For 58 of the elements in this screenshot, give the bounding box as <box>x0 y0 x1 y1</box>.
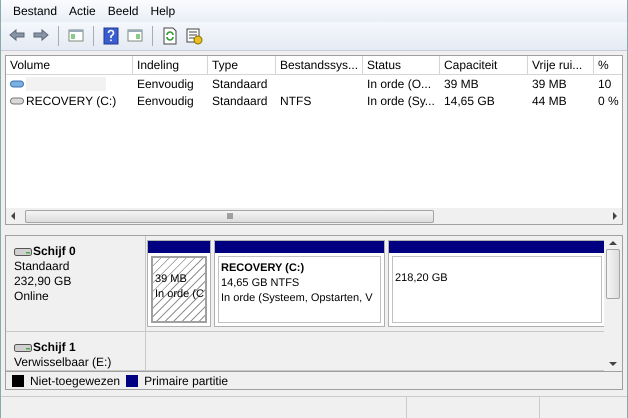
volume-name: RECOVERY (C:) <box>26 92 116 110</box>
scroll-right-icon[interactable] <box>611 212 619 220</box>
disk-info: Verwisselbaar (E:) <box>14 355 112 370</box>
refresh-document-icon <box>161 27 179 46</box>
partition-info: In orde (C <box>155 287 203 302</box>
table-cell-text: 39 MB <box>443 76 480 92</box>
table-cell-text: 0 % <box>597 92 620 110</box>
table-cell-text: NTFS <box>279 92 312 110</box>
table-cell-text: 10 <box>597 76 612 92</box>
table-cell-text: Standaard <box>211 76 268 92</box>
help-icon <box>102 27 120 46</box>
scroll-down-icon[interactable] <box>609 360 617 368</box>
partition-info: 218,20 GB <box>395 271 449 286</box>
horizontal-scrollbar[interactable] <box>6 208 622 224</box>
partition-info: In orde (Systeem, Opstarten, V <box>221 291 374 306</box>
menu-item[interactable]: Beeld <box>102 2 144 20</box>
column-header[interactable]: % <box>594 56 622 74</box>
drive-icon <box>10 78 24 89</box>
scroll-left-icon[interactable] <box>9 212 17 220</box>
scroll-up-icon[interactable] <box>609 239 617 248</box>
partition-info: 39 MB <box>155 272 188 288</box>
disk-info: Standaard <box>14 259 70 274</box>
table-cell-text: 39 MB <box>531 76 568 92</box>
table-cell-text: Eenvoudig <box>136 92 195 110</box>
properties-button[interactable] <box>184 26 204 46</box>
disk-name: Schijf 0 <box>33 244 76 260</box>
disk-drive-icon <box>14 246 32 257</box>
drive-icon <box>10 96 24 106</box>
column-header[interactable]: Indeling <box>133 56 208 74</box>
properties-icon <box>185 27 203 46</box>
partition-block[interactable]: 39 MB In orde (C <box>147 240 211 328</box>
legend-label: Primaire partitie <box>144 372 228 390</box>
partition-block[interactable]: RECOVERY (C:) 14,65 GB NTFS In orde (Systeem, Opstarten, V <box>214 240 385 328</box>
table-cell-text: Eenvoudig <box>136 76 195 92</box>
table-cell-text: 14,65 GB <box>443 92 496 110</box>
partition-block[interactable]: 218,20 GB <box>388 240 604 328</box>
disk-name: Schijf 1 <box>33 340 76 356</box>
table-cell-text: Standaard <box>211 92 268 110</box>
menu-item[interactable]: Bestand <box>7 2 64 20</box>
table-cell-text: In orde (O... <box>366 76 432 92</box>
table-cell-text: 44 MB <box>531 92 568 110</box>
column-header[interactable]: Volume <box>6 56 133 74</box>
menu-item[interactable]: Help <box>144 2 182 20</box>
table-cell-text: In orde (Sy... <box>366 92 436 110</box>
column-header[interactable]: Type <box>208 56 276 74</box>
column-header[interactable]: Vrije rui... <box>528 56 594 74</box>
disk-info: Online <box>14 289 50 304</box>
column-header[interactable]: Bestandssys... <box>276 56 363 74</box>
partition-info: 14,65 GB NTFS <box>221 276 300 292</box>
partition-title: RECOVERY (C:) <box>221 261 306 276</box>
legend-label: Niet-toegewezen <box>30 372 120 390</box>
column-header[interactable]: Status <box>363 56 440 74</box>
column-header[interactable]: Capaciteit <box>440 56 528 74</box>
disk-info: 232,90 GB <box>14 274 72 290</box>
help-button[interactable] <box>101 26 121 46</box>
menu-item[interactable]: Actie <box>63 2 102 20</box>
disk-drive-icon <box>14 342 32 353</box>
grip-icon[interactable] <box>226 213 232 220</box>
